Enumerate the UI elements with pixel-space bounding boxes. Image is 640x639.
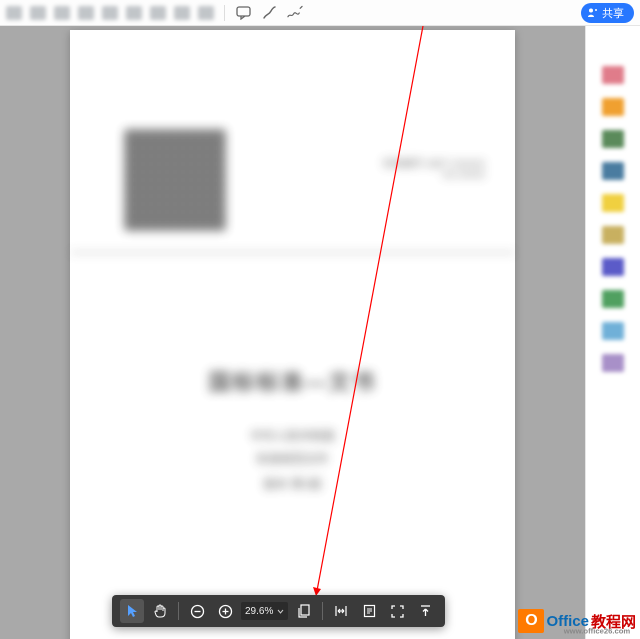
pen-icon[interactable] bbox=[261, 5, 277, 21]
share-label: 共享 bbox=[602, 5, 624, 21]
qr-code-icon bbox=[125, 130, 225, 230]
blurred-tool-icon[interactable] bbox=[78, 6, 94, 20]
right-panel-tool-icon[interactable] bbox=[602, 290, 624, 308]
right-panel-tool-icon[interactable] bbox=[602, 98, 624, 116]
document-subtitle: 中华人民共和国 bbox=[70, 427, 515, 444]
right-panel-tool-icon[interactable] bbox=[602, 130, 624, 148]
blurred-tool-icon[interactable] bbox=[30, 6, 46, 20]
viewer-toolbar: 29.6% bbox=[112, 595, 445, 627]
right-panel-tool-icon[interactable] bbox=[602, 258, 624, 276]
main-toolbar: 共享 bbox=[0, 0, 640, 26]
watermark-site: www.office26.com bbox=[564, 627, 630, 636]
document-page: 标准编号 GB/T XXXXX XX.XXXX 国标标准—文书 中华人民共和国 … bbox=[70, 30, 515, 639]
toolbar-left-group bbox=[6, 6, 214, 20]
hand-tool-icon[interactable] bbox=[148, 599, 172, 623]
zoom-out-icon[interactable] bbox=[185, 599, 209, 623]
document-title: 国标标准—文书 bbox=[70, 365, 515, 397]
right-tools-panel bbox=[585, 26, 640, 639]
toolbar-annotation-group bbox=[235, 5, 303, 21]
right-panel-swatches bbox=[586, 36, 640, 639]
chevron-down-icon bbox=[277, 609, 284, 614]
document-subtitle: 标准规范文件 bbox=[70, 450, 515, 467]
zoom-value: 29.6% bbox=[245, 606, 273, 617]
fit-width-icon[interactable] bbox=[329, 599, 353, 623]
comment-icon[interactable] bbox=[235, 5, 251, 21]
blurred-tool-icon[interactable] bbox=[6, 6, 22, 20]
toolbar-divider bbox=[224, 5, 225, 21]
blurred-tool-icon[interactable] bbox=[102, 6, 118, 20]
right-panel-tool-icon[interactable] bbox=[602, 162, 624, 180]
blurred-tool-icon[interactable] bbox=[150, 6, 166, 20]
toolbar-separator bbox=[322, 602, 323, 620]
document-subtitle: 版本 第1版 bbox=[70, 475, 515, 492]
document-title-block: 国标标准—文书 中华人民共和国 标准规范文件 版本 第1版 bbox=[70, 365, 515, 492]
document-meta: 标准编号 GB/T XXXXX XX.XXXX bbox=[383, 155, 485, 181]
toolbar-separator bbox=[178, 602, 179, 620]
page-copy-icon[interactable] bbox=[292, 599, 316, 623]
share-button[interactable]: 共享 bbox=[581, 3, 634, 23]
blurred-tool-icon[interactable] bbox=[54, 6, 70, 20]
zoom-in-icon[interactable] bbox=[213, 599, 237, 623]
fit-page-icon[interactable] bbox=[357, 599, 381, 623]
right-panel-tool-icon[interactable] bbox=[602, 66, 624, 84]
right-panel-tool-icon[interactable] bbox=[602, 354, 624, 372]
zoom-level-selector[interactable]: 29.6% bbox=[241, 602, 288, 620]
blurred-tool-icon[interactable] bbox=[198, 6, 214, 20]
person-plus-icon bbox=[587, 7, 598, 18]
office-logo-icon: O bbox=[518, 609, 544, 633]
signature-icon[interactable] bbox=[287, 5, 303, 21]
watermark: O Office 教程网 www.office26.com bbox=[518, 609, 636, 633]
blurred-tool-icon[interactable] bbox=[126, 6, 142, 20]
upload-icon[interactable] bbox=[413, 599, 437, 623]
document-viewport[interactable]: 标准编号 GB/T XXXXX XX.XXXX 国标标准—文书 中华人民共和国 … bbox=[0, 26, 585, 639]
blurred-tool-icon[interactable] bbox=[174, 6, 190, 20]
fullscreen-icon[interactable] bbox=[385, 599, 409, 623]
arrow-tool-icon[interactable] bbox=[120, 599, 144, 623]
right-panel-tool-icon[interactable] bbox=[602, 322, 624, 340]
horizontal-rule bbox=[70, 252, 515, 253]
right-panel-tool-icon[interactable] bbox=[602, 226, 624, 244]
right-panel-tool-icon[interactable] bbox=[602, 194, 624, 212]
